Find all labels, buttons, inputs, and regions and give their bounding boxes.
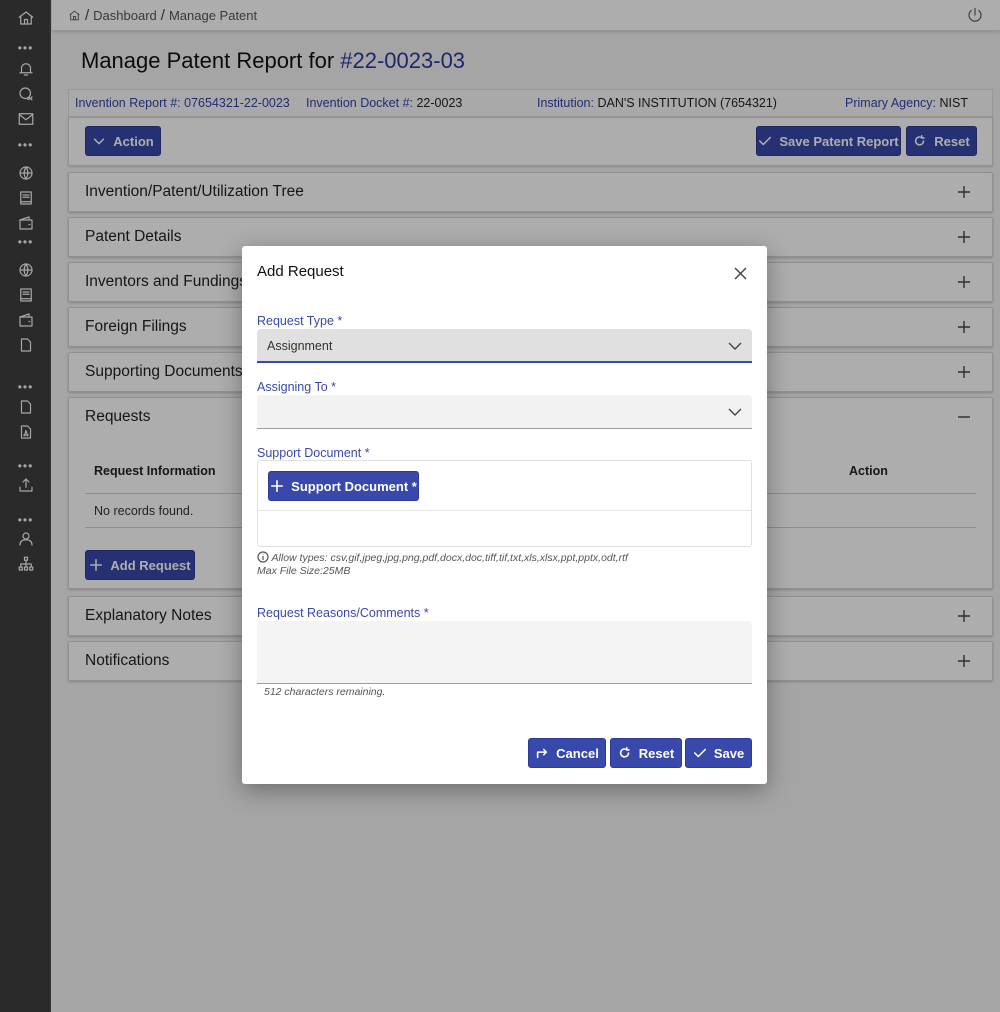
check-icon bbox=[693, 748, 706, 758]
close-icon bbox=[734, 267, 747, 280]
request-type-label: Request Type * bbox=[257, 314, 343, 328]
refresh-icon bbox=[619, 746, 630, 758]
cancel-button[interactable]: Cancel bbox=[528, 738, 606, 768]
chevron-down-icon bbox=[728, 342, 742, 350]
assigning-to-label: Assigning To * bbox=[257, 380, 336, 394]
allowed-types: Allow types: csv,gif,jpeg,jpg,png,pdf,do… bbox=[271, 552, 628, 564]
max-file-size: Max File Size:25MB bbox=[257, 565, 351, 577]
close-button[interactable] bbox=[734, 267, 747, 280]
save-button[interactable]: Save bbox=[685, 738, 752, 768]
add-support-document-button[interactable]: Support Document * bbox=[268, 471, 419, 501]
dialog-title: Add Request bbox=[257, 263, 344, 280]
chevron-down-icon bbox=[728, 408, 742, 416]
file-upload-area[interactable]: Support Document * bbox=[257, 460, 752, 547]
upload-divider bbox=[258, 510, 751, 511]
add-request-dialog: Add Request Request Type * Assignment As… bbox=[242, 246, 767, 784]
request-type-select[interactable]: Assignment bbox=[257, 329, 752, 363]
plus-icon bbox=[271, 479, 284, 493]
support-document-button-label: Support Document * bbox=[291, 478, 417, 494]
request-type-value: Assignment bbox=[267, 339, 333, 353]
modal-reset-button[interactable]: Reset bbox=[610, 738, 682, 768]
comments-textarea[interactable] bbox=[257, 621, 752, 684]
support-document-label: Support Document * bbox=[257, 446, 370, 460]
redo-arrow-icon bbox=[537, 748, 548, 759]
modal-reset-label: Reset bbox=[638, 745, 675, 761]
assigning-to-select[interactable] bbox=[257, 395, 752, 429]
save-label: Save bbox=[713, 745, 745, 761]
characters-remaining: 512 characters remaining. bbox=[264, 686, 386, 698]
comments-label: Request Reasons/Comments * bbox=[257, 606, 429, 620]
file-type-hint: Allow types: csv,gif,jpeg,jpg,png,pdf,do… bbox=[257, 551, 628, 578]
info-icon bbox=[257, 551, 269, 563]
cancel-label: Cancel bbox=[556, 745, 599, 761]
